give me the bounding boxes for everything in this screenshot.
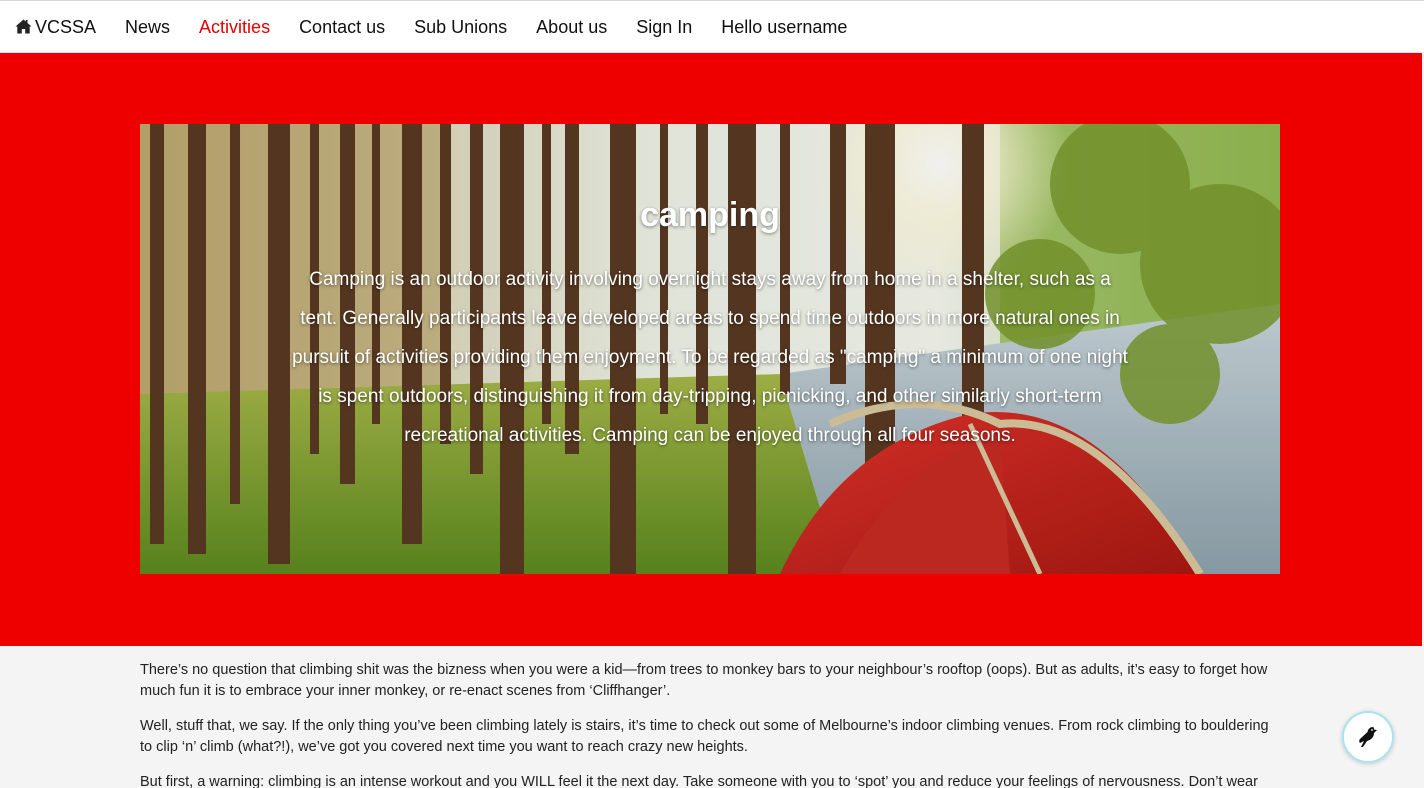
- article-body: There’s no question that climbing shit w…: [140, 660, 1282, 788]
- article-paragraph: Well, stuff that, we say. If the only th…: [140, 718, 1269, 755]
- hero-title: camping: [640, 196, 780, 234]
- top-navbar: VCSSA News Activities Contact us Sub Uni…: [0, 0, 1424, 53]
- article-paragraph: There’s no question that climbing shit w…: [140, 662, 1268, 699]
- nav-item-about-us[interactable]: About us: [536, 17, 607, 37]
- hero-description: Camping is an outdoor activity involving…: [292, 269, 1128, 446]
- nav-item-contact-us[interactable]: Contact us: [299, 17, 385, 37]
- nav-brand-label: VCSSA: [35, 16, 97, 37]
- home-icon: [15, 19, 32, 34]
- nav-item-user-greeting[interactable]: Hello username: [721, 17, 847, 37]
- nav-item-sign-in[interactable]: Sign In: [636, 17, 692, 37]
- hero-card: camping Camping is an outdoor activity i…: [140, 124, 1280, 574]
- nav-item-news[interactable]: News: [125, 17, 170, 37]
- hero-section: camping Camping is an outdoor activity i…: [0, 53, 1422, 646]
- nav-brand-link[interactable]: VCSSA: [15, 17, 96, 37]
- floating-widget-button[interactable]: [1342, 711, 1394, 763]
- article-paragraph: But first, a warning: climbing is an int…: [140, 774, 1258, 788]
- bird-icon: [1359, 727, 1377, 747]
- nav-item-activities[interactable]: Activities: [199, 17, 270, 37]
- nav-item-sub-unions[interactable]: Sub Unions: [414, 17, 507, 37]
